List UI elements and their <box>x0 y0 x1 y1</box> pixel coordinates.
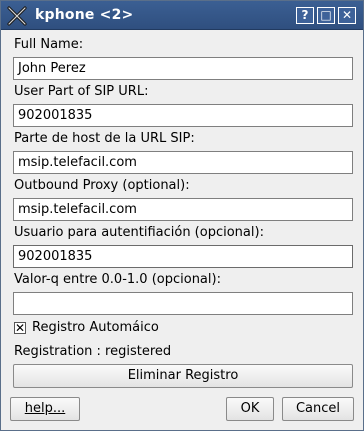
help-button[interactable]: help... <box>10 397 80 421</box>
registration-status: Registration : registered <box>14 344 172 359</box>
q-value-label: Valor-q entre 0.0-1.0 (opcional): <box>14 272 221 287</box>
kphone-dialog: kphone <2> ? □ ✕ Full Name: John Perez U… <box>0 0 364 431</box>
close-icon[interactable]: ✕ <box>338 7 356 24</box>
outbound-proxy-field[interactable]: msip.telefacil.com <box>13 198 353 221</box>
auto-register-label[interactable]: Registro Automáico <box>32 320 159 335</box>
auth-user-label: Usuario para autentifiación (opcional): <box>14 225 264 240</box>
kphone-x-icon <box>7 6 27 26</box>
window-title: kphone <2> <box>35 7 134 23</box>
help-icon[interactable]: ? <box>296 7 314 24</box>
full-name-label: Full Name: <box>14 37 84 52</box>
user-part-field[interactable]: 902001835 <box>13 104 353 127</box>
ok-button[interactable]: OK <box>226 397 274 421</box>
outbound-proxy-label: Outbound Proxy (optional): <box>14 178 190 193</box>
user-part-label: User Part of SIP URL: <box>14 84 149 99</box>
cancel-button[interactable]: Cancel <box>282 397 354 421</box>
unregister-button[interactable]: Eliminar Registro <box>13 364 353 388</box>
full-name-field[interactable]: John Perez <box>13 57 353 80</box>
auth-user-field[interactable]: 902001835 <box>13 245 353 268</box>
q-value-field[interactable] <box>13 292 353 315</box>
host-part-label: Parte de host de la URL SIP: <box>14 131 195 146</box>
auto-register-checkbox[interactable]: ✕ <box>14 322 26 334</box>
title-bar[interactable]: kphone <2> ? □ ✕ <box>1 1 363 30</box>
maximize-icon[interactable]: □ <box>317 7 335 24</box>
host-part-field[interactable]: msip.telefacil.com <box>13 151 353 174</box>
